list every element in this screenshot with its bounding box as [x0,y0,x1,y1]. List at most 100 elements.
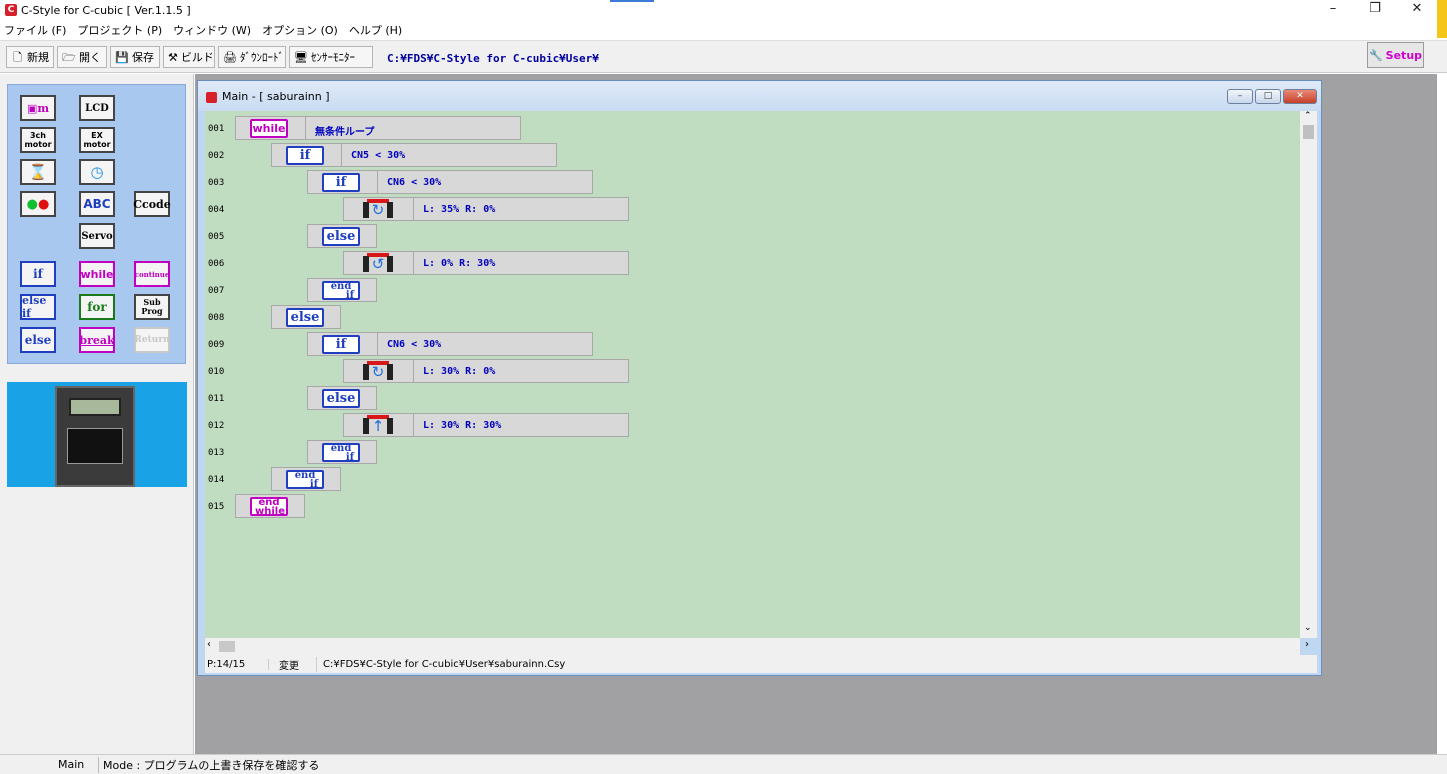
motor-turn-right-icon: ↻ [360,361,396,383]
editor-window: Main - [ saburainn ] – □ ✕ 001 while 無条件… [197,80,1322,676]
build-icon: ⚒ [168,50,178,64]
menu-file[interactable]: ファイル (F) [4,22,66,38]
return-label: Return [134,335,170,345]
file-path: C:¥FDS¥C-Style for C-cubic¥User¥saburain… [323,658,566,670]
elseif-label: else if [22,294,47,320]
download-button[interactable]: 🖨 ﾀﾞｳﾝﾛｰﾄﾞ [218,46,286,68]
exmotor-label-1: EX [91,131,103,140]
program-block-if[interactable]: if CN6 < 30% [307,332,593,356]
end-target: if [309,478,318,490]
editor-close-button[interactable]: ✕ [1283,89,1317,104]
program-block-motor[interactable]: ↑ L: 30% R: 30% [343,413,629,437]
horizontal-scroll-thumb[interactable] [219,641,235,652]
new-file-icon: 🗋 [13,50,22,64]
setup-button[interactable]: 🔧 Setup [1367,42,1424,68]
download-label: ﾀﾞｳﾝﾛｰﾄﾞ [239,51,284,64]
program-block-end-if[interactable]: end if [307,440,377,464]
palette-elseif-button[interactable]: else if [20,294,56,320]
menu-project[interactable]: プロジェクト (P) [77,22,162,38]
editor-app-icon [206,92,217,103]
editor-minimize-button[interactable]: – [1227,89,1253,104]
close-button[interactable]: ✕ [1397,0,1437,20]
row-number: 004 [208,205,225,215]
palette-if-button[interactable]: if [20,261,56,287]
program-canvas[interactable]: 001 while 無条件ループ 002 if CN5 < 30% 003 if… [205,111,1300,638]
editor-maximize-button[interactable]: □ [1255,89,1281,104]
if-keyword: if [322,335,360,354]
scroll-left-icon[interactable]: ‹ [207,639,211,650]
palette-motor-m-button[interactable]: ▣m [20,95,56,121]
new-button[interactable]: 🗋 新規 [6,46,54,68]
notification-sliver [1437,0,1447,38]
vertical-scrollbar[interactable]: ⌃ ⌄ [1300,111,1317,638]
program-block-else[interactable]: else [307,224,377,248]
scroll-up-icon[interactable]: ⌃ [1304,111,1312,121]
menu-option[interactable]: オプション (O) [262,22,338,38]
palette-led-button[interactable]: ●● [20,191,56,217]
row-number: 015 [208,502,225,512]
row-number: 002 [208,151,225,161]
program-block-motor[interactable]: ↻ L: 35% R: 0% [343,197,629,221]
menu-bar: ファイル (F) プロジェクト (P) ウィンドウ (W) オプション (O) … [0,20,1447,39]
page-indicator: P:14/15 [205,658,269,670]
scroll-down-icon[interactable]: ⌄ [1304,623,1312,633]
restore-button[interactable]: ❐ [1355,0,1395,20]
program-block-if[interactable]: if CN6 < 30% [307,170,593,194]
palette-return-button[interactable]: Return [134,327,170,353]
toolbar: 🗋 新規 🗁 開く 💾 保存 ⚒ ビルド 🖨 ﾀﾞｳﾝﾛｰﾄﾞ 🖥 ｾﾝｻｰﾓﾆﾀｰ C:¥… [0,40,1447,73]
block-palette: ▣m LCD 3ch motor EX motor ⌛ ◷ ●● ABC Ccode… [7,84,186,364]
servo-label: Servo [81,230,113,242]
palette-lcd-button[interactable]: LCD [79,95,115,121]
save-button[interactable]: 💾 保存 [110,46,160,68]
program-block-end-if[interactable]: end if [271,467,341,491]
palette-clock-button[interactable]: ◷ [79,159,115,185]
board-photo [7,382,187,487]
palette-continue-button[interactable]: continue [134,261,170,287]
palette-servo-button[interactable]: Servo [79,223,115,249]
program-block-motor[interactable]: ↺ L: 0% R: 30% [343,251,629,275]
program-block-if[interactable]: if CN5 < 30% [271,143,557,167]
build-button[interactable]: ⚒ ビルド [163,46,215,68]
palette-break-button[interactable]: break [79,327,115,353]
program-block-else[interactable]: else [271,305,341,329]
window-title: C-Style for C-cubic [ Ver.1.1.5 ] [21,3,191,17]
palette-ex-motor-button[interactable]: EX motor [79,127,115,153]
horizontal-scrollbar[interactable]: ‹ › [205,638,1309,655]
sensor-monitor-label: ｾﾝｻｰﾓﾆﾀｰ [311,51,355,64]
minimize-button[interactable]: – [1313,0,1353,20]
palette-subprog-button[interactable]: Sub Prog [134,294,170,320]
open-button[interactable]: 🗁 開く [57,46,107,68]
menu-window[interactable]: ウィンドウ (W) [173,22,251,38]
palette-while-button[interactable]: while [79,261,115,287]
if-keyword: if [322,173,360,192]
program-block-motor[interactable]: ↻ L: 30% R: 0% [343,359,629,383]
editor-status-bar: P:14/15 変更 C:¥FDS¥C-Style for C-cubic¥Us… [205,655,1317,673]
palette-for-button[interactable]: for [79,294,115,320]
palette-else-button[interactable]: else [20,327,56,353]
else-keyword: else [322,227,360,246]
status-mode: Mode : プログラムの上書き保存を確認する [98,756,319,773]
lcd-label: LCD [85,102,109,114]
vertical-scroll-thumb[interactable] [1303,125,1314,139]
scroll-right-icon[interactable]: › [1305,639,1309,650]
program-block-end-if[interactable]: end if [307,278,377,302]
end-while-keyword: end while [250,497,288,516]
palette-ccode-button[interactable]: Ccode [133,191,171,217]
if-label: if [33,267,43,281]
wrench-icon: 🔧 [1368,48,1383,62]
else-keyword: else [322,389,360,408]
program-block-end-while[interactable]: end while [235,494,305,518]
palette-abc-button[interactable]: ABC [79,191,115,217]
while-label: while [80,267,114,281]
program-block-else[interactable]: else [307,386,377,410]
right-edge-strip [1437,74,1447,754]
break-label: break [79,333,115,347]
palette-timer-button[interactable]: ⌛ [20,159,56,185]
sensor-monitor-button[interactable]: 🖥 ｾﾝｻｰﾓﾆﾀｰ [289,46,373,68]
menu-help[interactable]: ヘルプ (H) [349,22,402,38]
ccode-label: Ccode [133,197,171,211]
build-label: ビルド [180,51,214,64]
end-if-keyword: end if [322,281,360,300]
program-block-while[interactable]: while 無条件ループ [235,116,521,140]
palette-3ch-motor-button[interactable]: 3ch motor [20,127,56,153]
